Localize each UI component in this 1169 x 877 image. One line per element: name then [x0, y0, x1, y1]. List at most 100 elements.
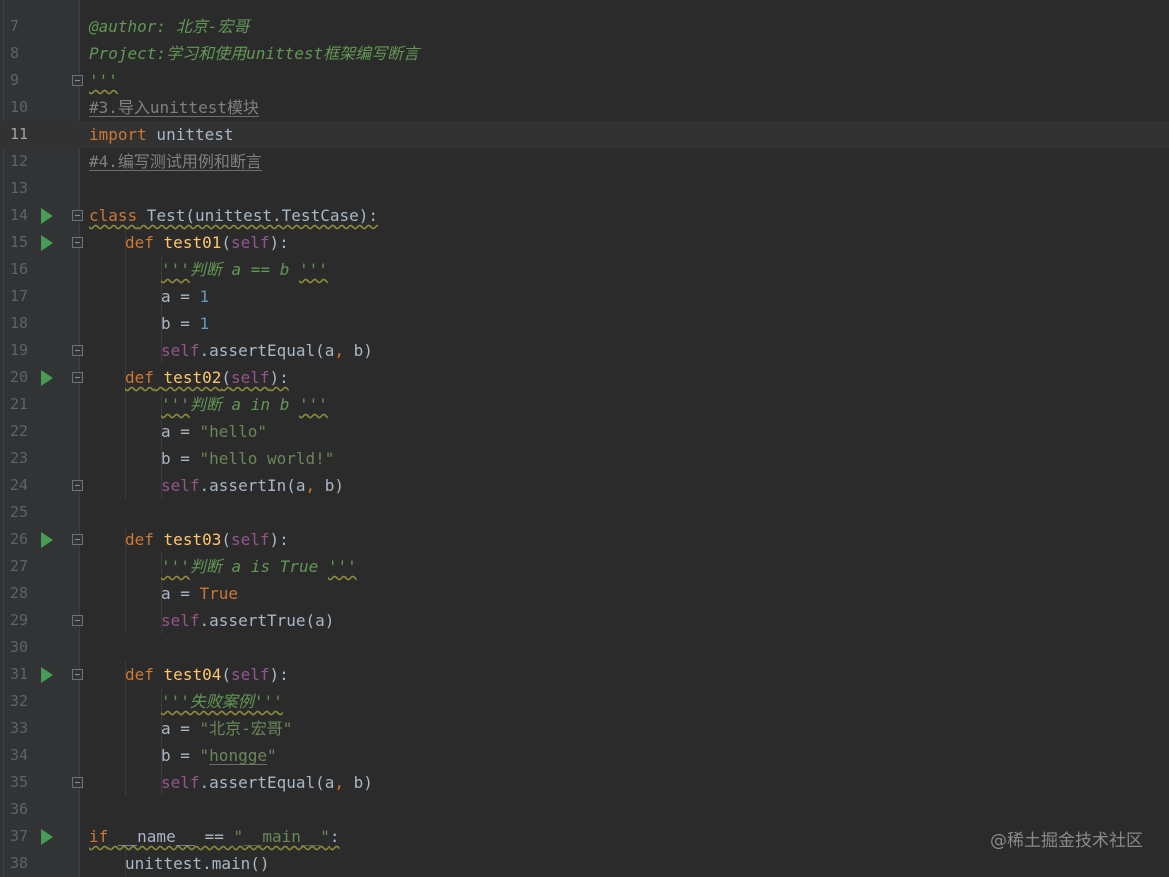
code-text[interactable]: #3.导入unittest模块: [89, 94, 259, 121]
code-text[interactable]: def test03(self):: [125, 526, 289, 553]
fold-marker-icon[interactable]: [72, 75, 83, 86]
code-text[interactable]: a = True: [161, 580, 238, 607]
fold-marker-icon[interactable]: [72, 237, 83, 248]
fold-marker-icon[interactable]: [72, 345, 83, 356]
code-text[interactable]: self.assertTrue(a): [161, 607, 334, 634]
code-token: ''': [161, 557, 190, 576]
code-line[interactable]: 28 a = True: [0, 580, 1169, 607]
code-line[interactable]: 11 import unittest: [0, 121, 1169, 148]
code-token: 判断 a == b: [189, 260, 299, 279]
fold-marker-icon[interactable]: [72, 480, 83, 491]
code-editor[interactable]: 7 @author: 北京-宏哥 8 Project:学习和使用unittest框架编…: [0, 0, 1169, 877]
code-line[interactable]: 33 a = "北京-宏哥": [0, 715, 1169, 742]
fold-marker-icon[interactable]: [72, 615, 83, 626]
code-line[interactable]: 31 def test04(self):: [0, 661, 1169, 688]
code-line[interactable]: 7 @author: 北京-宏哥: [0, 13, 1169, 40]
code-text[interactable]: b = 1: [161, 310, 209, 337]
code-text[interactable]: def test02(self):: [125, 364, 289, 391]
code-line[interactable]: 15 def test01(self):: [0, 229, 1169, 256]
code-line[interactable]: 8 Project:学习和使用unittest框架编写断言: [0, 40, 1169, 67]
code-text[interactable]: b = "hongge": [161, 742, 277, 769]
code-text[interactable]: self.assertIn(a, b): [161, 472, 344, 499]
line-number: 15: [10, 233, 29, 251]
code-text[interactable]: '''失败案例''': [161, 688, 283, 715]
line-number: 37: [10, 827, 29, 845]
code-line[interactable]: 9 ''': [0, 67, 1169, 94]
code-text[interactable]: a = "北京-宏哥": [161, 715, 292, 742]
code-token: def: [125, 233, 154, 252]
code-line[interactable]: 13: [0, 175, 1169, 202]
code-text[interactable]: a = "hello": [161, 418, 267, 445]
code-token: def: [125, 530, 154, 549]
code-text[interactable]: '''判断 a in b ''': [161, 391, 328, 418]
code-line[interactable]: 16 '''判断 a == b ''': [0, 256, 1169, 283]
code-line[interactable]: 18 b = 1: [0, 310, 1169, 337]
code-token: ''': [89, 71, 118, 90]
code-line[interactable]: 22 a = "hello": [0, 418, 1169, 445]
code-line[interactable]: 29 self.assertTrue(a): [0, 607, 1169, 634]
run-test-icon[interactable]: [41, 208, 53, 224]
line-number: 8: [10, 44, 20, 62]
run-test-icon[interactable]: [41, 370, 53, 386]
code-text[interactable]: if __name__ == "__main__":: [89, 823, 339, 850]
code-token: "__main__": [233, 827, 330, 846]
run-test-icon[interactable]: [41, 667, 53, 683]
run-test-icon[interactable]: [41, 235, 53, 251]
code-token: self: [230, 530, 270, 549]
fold-marker-icon[interactable]: [72, 669, 83, 680]
fold-marker-icon[interactable]: [72, 534, 83, 545]
code-text[interactable]: '''判断 a == b ''': [161, 256, 328, 283]
code-token: '''失败案例''': [161, 692, 283, 711]
code-text[interactable]: self.assertEqual(a, b): [161, 337, 373, 364]
line-number: 32: [10, 692, 29, 710]
code-line[interactable]: 17 a = 1: [0, 283, 1169, 310]
code-line[interactable]: 24 self.assertIn(a, b): [0, 472, 1169, 499]
code-line[interactable]: 35 self.assertEqual(a, b): [0, 769, 1169, 796]
code-line[interactable]: 12 #4.编写测试用例和断言: [0, 148, 1169, 175]
code-line[interactable]: 34 b = "hongge": [0, 742, 1169, 769]
code-text[interactable]: b = "hello world!": [161, 445, 334, 472]
code-text[interactable]: unittest.main(): [125, 850, 270, 877]
code-text[interactable]: def test04(self):: [125, 661, 289, 688]
code-text[interactable]: def test01(self):: [125, 229, 289, 256]
code-line[interactable]: 14 class Test(unittest.TestCase):: [0, 202, 1169, 229]
code-text[interactable]: '''判断 a is True ''': [161, 553, 357, 580]
code-line[interactable]: 20 def test02(self):: [0, 364, 1169, 391]
code-token: b =: [161, 449, 200, 468]
code-line[interactable]: 32 '''失败案例''': [0, 688, 1169, 715]
code-line[interactable]: 19 self.assertEqual(a, b): [0, 337, 1169, 364]
code-text[interactable]: import unittest: [89, 121, 234, 148]
code-line[interactable]: 36: [0, 796, 1169, 823]
code-line[interactable]: 23 b = "hello world!": [0, 445, 1169, 472]
code-text[interactable]: self.assertEqual(a, b): [161, 769, 373, 796]
run-test-icon[interactable]: [41, 532, 53, 548]
code-line[interactable]: 21 '''判断 a in b ''': [0, 391, 1169, 418]
fold-marker-icon[interactable]: [72, 210, 83, 221]
code-line[interactable]: 25: [0, 499, 1169, 526]
code-token: unittest.main(): [125, 854, 270, 873]
code-line[interactable]: 10 #3.导入unittest模块: [0, 94, 1169, 121]
code-text[interactable]: @author: 北京-宏哥: [89, 13, 249, 40]
code-text[interactable]: a = 1: [161, 283, 209, 310]
code-token: test02: [163, 368, 222, 387]
code-token: test03: [163, 530, 222, 549]
code-line[interactable]: 27 '''判断 a is True ''': [0, 553, 1169, 580]
code-token: __name__ ==: [108, 827, 234, 846]
code-token: ''': [161, 260, 190, 279]
code-line[interactable]: 38 unittest.main(): [0, 850, 1169, 877]
code-line[interactable]: 30: [0, 634, 1169, 661]
code-line[interactable]: 26 def test03(self):: [0, 526, 1169, 553]
line-number: 38: [10, 854, 29, 872]
run-test-icon[interactable]: [41, 829, 53, 845]
code-token: Test(unittest.TestCase):: [137, 206, 378, 225]
code-text[interactable]: #4.编写测试用例和断言: [89, 148, 262, 175]
fold-marker-icon[interactable]: [72, 777, 83, 788]
code-text[interactable]: class Test(unittest.TestCase):: [89, 202, 378, 229]
indent-guide: [125, 418, 126, 445]
fold-marker-icon[interactable]: [72, 372, 83, 383]
code-token: 判断 a in b: [189, 395, 299, 414]
code-text[interactable]: ''': [89, 67, 118, 94]
line-number: 30: [10, 638, 29, 656]
code-text[interactable]: Project:学习和使用unittest框架编写断言: [89, 40, 419, 67]
